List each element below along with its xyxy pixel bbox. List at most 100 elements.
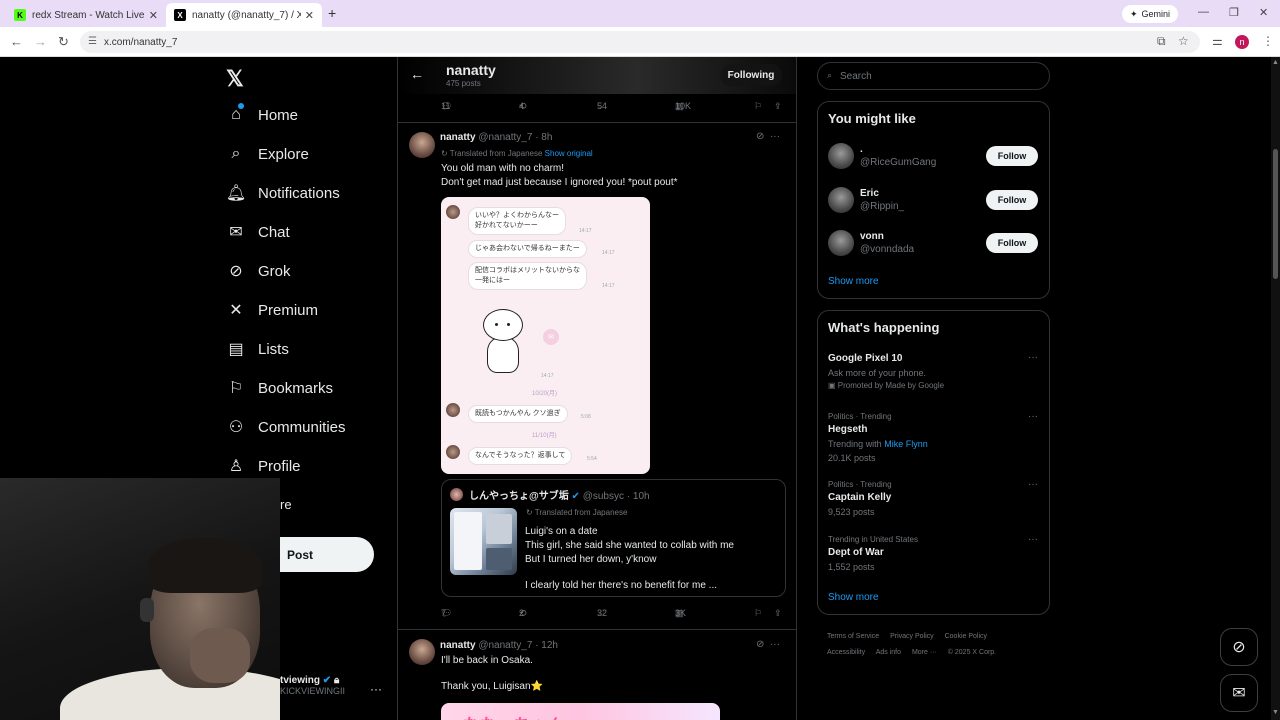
more-icon[interactable]: ··· <box>770 131 780 142</box>
scroll-up-icon[interactable]: ▲ <box>1272 59 1279 66</box>
browser-tab-bar: K redx Stream - Watch Live on Ki ✕ X nan… <box>0 0 1280 27</box>
who-to-follow-panel: You might like . @RiceGumGang Follow Eri… <box>817 101 1050 299</box>
close-tab-icon[interactable]: ✕ <box>149 9 158 22</box>
reload-icon[interactable]: ↻ <box>58 34 69 50</box>
url-input[interactable]: ☰ x.com/nanatty_7 <box>80 31 1200 53</box>
show-original-link[interactable]: Show original <box>545 149 593 158</box>
browser-tab-kick[interactable]: K redx Stream - Watch Live on Ki ✕ <box>6 3 166 27</box>
follow-button[interactable]: Follow <box>986 233 1038 253</box>
suggested-account[interactable]: vonn @vonndada Follow <box>828 230 1040 260</box>
address-bar: ← → ↻ ☰ x.com/nanatty_7 ⧉ ☆ ⚌ ⋮ <box>0 27 1280 57</box>
avatar <box>446 445 460 459</box>
trend-item[interactable]: Trending in United States Dept of War 1,… <box>828 534 1040 574</box>
avatar[interactable] <box>409 639 435 665</box>
read-receipt-icon: ✉ <box>543 329 559 345</box>
timeline-column: ← nanatty 475 posts Following 💬︎ 11 ⟲ 4 ♡ 5… <box>397 57 797 720</box>
share-icon[interactable]: ⇪ <box>774 608 782 619</box>
avatar <box>446 205 460 219</box>
browser-menu-icon[interactable]: ⋮ <box>1262 34 1274 48</box>
x-logo-icon[interactable]: 𝕏 <box>226 66 244 92</box>
account-more-icon[interactable]: ··· <box>370 682 382 696</box>
profile-header: ← nanatty 475 posts Following <box>398 57 796 94</box>
tab-title: redx Stream - Watch Live on Ki <box>32 9 145 21</box>
tweet-image[interactable]: いいや？よくわからんなー 好かれてないかーー 14:17 じゃあ会わないで帰るね… <box>441 197 650 474</box>
back-icon[interactable]: ← <box>10 34 23 49</box>
follow-button[interactable]: Follow <box>986 146 1038 166</box>
following-button[interactable]: Following <box>720 64 782 86</box>
star-icon[interactable]: ☆ <box>1178 34 1189 48</box>
more-icon[interactable]: ··· <box>1028 479 1038 490</box>
share-icon[interactable]: ⇪ <box>774 101 782 112</box>
translate-icon: ↻ <box>441 149 448 158</box>
browser-tab-x[interactable]: X nanatty (@nanatty_7) / X ✕ <box>166 3 322 27</box>
list-icon: ▤ <box>228 341 244 358</box>
tweet-actions: 💬︎ 7 ⟲ 2 ♡ 32 ▥ 3K ⚐ ⇪ <box>441 608 782 619</box>
trend-item[interactable]: Politics · Trending Captain Kelly 9,523 … <box>828 479 1040 519</box>
avatar <box>446 403 460 417</box>
whats-happening-panel: What's happening Google Pixel 10 Ask mor… <box>817 310 1050 615</box>
sidebar-item-grok[interactable]: ⊘ Grok <box>226 256 406 286</box>
more-icon[interactable]: ··· <box>770 639 780 650</box>
show-more-link[interactable]: Show more <box>828 276 879 287</box>
quoted-tweet[interactable]: しんやっちょ@サブ垢 ✔ @subsyc · 10h ↻ Translated … <box>441 479 786 597</box>
scroll-down-icon[interactable]: ▼ <box>1272 709 1279 716</box>
verified-badge-icon: ✔ <box>322 675 332 686</box>
profile-avatar[interactable]: n <box>1235 35 1249 49</box>
trend-item[interactable]: Google Pixel 10 Ask more of your phone. … <box>828 352 1040 392</box>
sidebar-item-lists[interactable]: ▤ Lists <box>226 334 406 364</box>
more-icon[interactable]: ··· <box>1028 411 1038 422</box>
suggested-account[interactable]: . @RiceGumGang Follow <box>828 143 1040 173</box>
translate-icon: ↻ <box>526 508 533 517</box>
close-tab-icon[interactable]: ✕ <box>305 9 314 22</box>
search-input[interactable]: ⌕ Search <box>817 62 1050 90</box>
bell-icon: 🔔︎ <box>225 185 247 202</box>
chat-bubble: じゃあ会わないで帰るねーまたー <box>468 240 587 258</box>
sidebar-item-profile[interactable]: ♙ Profile <box>226 451 406 481</box>
x-favicon-icon: X <box>174 9 186 21</box>
close-window-icon[interactable]: ✕ <box>1259 6 1268 19</box>
tweet-header: nanatty @nanatty_7 · 8h <box>440 132 553 143</box>
mail-icon: ✉ <box>229 224 243 241</box>
scrollbar[interactable]: ▲ ▼ <box>1271 57 1280 720</box>
grok-fab-icon[interactable]: ⊘ <box>1220 628 1258 666</box>
site-info-icon[interactable]: ☰ <box>88 36 97 47</box>
gemini-button[interactable]: ✦ Gemini <box>1122 5 1179 23</box>
trend-item[interactable]: Politics · Trending Hegseth Trending wit… <box>828 411 1040 465</box>
person-icon: ♙ <box>228 458 244 475</box>
minimize-icon[interactable]: — <box>1198 6 1209 18</box>
extensions-icon[interactable]: ⚌ <box>1212 34 1223 48</box>
follow-button[interactable]: Follow <box>986 190 1038 210</box>
messages-fab-icon[interactable]: ✉ <box>1220 674 1258 712</box>
sidebar-item-chat[interactable]: ✉ Chat <box>226 217 406 247</box>
forward-icon[interactable]: → <box>34 34 47 49</box>
sidebar-item-premium[interactable]: ✕ Premium <box>226 295 406 325</box>
tweet-header: nanatty @nanatty_7 · 12h <box>440 640 558 651</box>
bookmark-tweet-icon[interactable]: ⚐ <box>754 101 762 112</box>
grok-icon[interactable]: ⊘ <box>756 131 764 142</box>
install-icon[interactable]: ⧉ <box>1157 34 1166 49</box>
bookmark-icon: ⚐ <box>228 380 244 397</box>
show-more-link[interactable]: Show more <box>828 592 879 603</box>
more-icon[interactable]: ··· <box>1028 534 1038 545</box>
more-icon[interactable]: ··· <box>1028 352 1038 363</box>
sidebar-item-bookmarks[interactable]: ⚐ Bookmarks <box>226 373 406 403</box>
sidebar-item-more[interactable]: re <box>280 497 292 512</box>
grok-icon[interactable]: ⊘ <box>756 639 764 650</box>
scrollbar-thumb[interactable] <box>1273 149 1278 279</box>
avatar[interactable] <box>409 132 435 158</box>
sidebar-item-home[interactable]: ⌂ Home <box>226 100 406 130</box>
back-arrow-icon[interactable]: ← <box>410 66 424 82</box>
bookmark-tweet-icon[interactable]: ⚐ <box>754 608 762 619</box>
avatar <box>828 143 854 169</box>
new-tab-icon[interactable]: + <box>328 5 336 21</box>
tweet-image[interactable]: ななっちゃん <box>441 703 720 720</box>
search-icon: ⌕ <box>827 70 833 80</box>
suggested-account[interactable]: Eric @Rippin_ Follow <box>828 187 1040 217</box>
kick-favicon-icon: K <box>14 9 26 21</box>
tweet-text: I'll be back in Osaka. Thank you, Luigis… <box>441 655 543 692</box>
chat-bubble: いいや？よくわからんなー 好かれてないかーー <box>468 207 566 235</box>
sidebar-item-communities[interactable]: ⚇ Communities <box>226 412 406 442</box>
maximize-icon[interactable]: ❐ <box>1229 6 1239 19</box>
sidebar-item-notifications[interactable]: 🔔︎ Notifications <box>226 178 406 208</box>
sidebar-item-explore[interactable]: ⌕ Explore <box>226 139 406 169</box>
